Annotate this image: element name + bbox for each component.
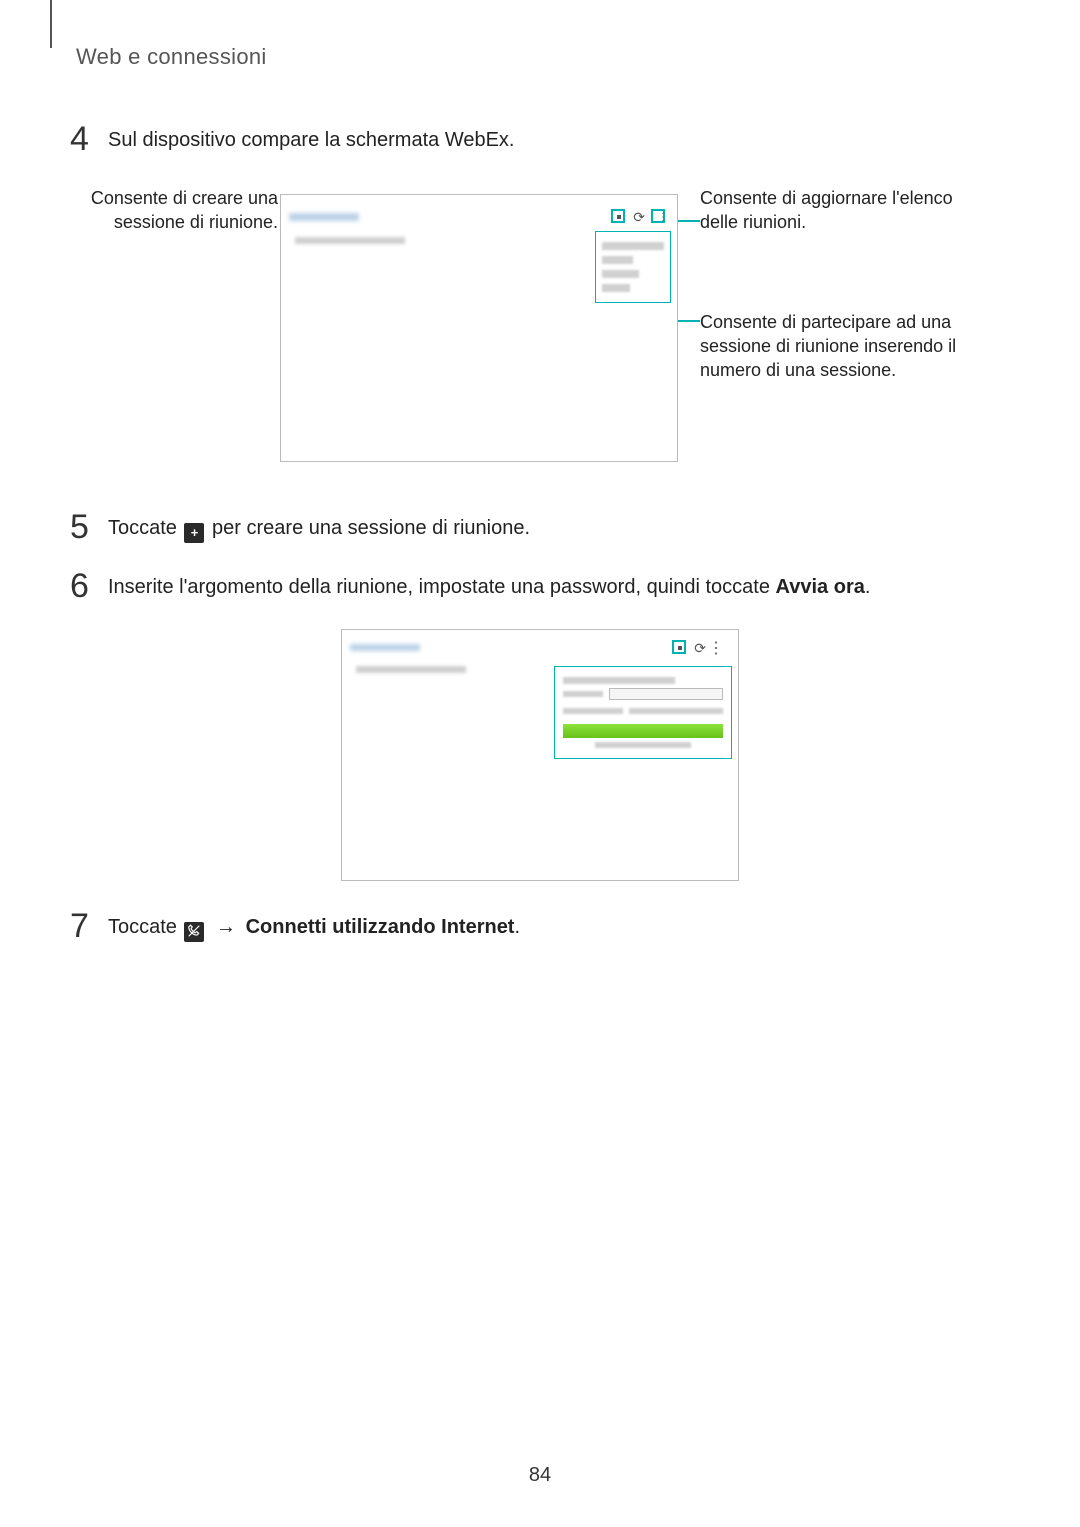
- new-meeting-icon: [611, 209, 625, 223]
- more-menu-icon: ⋮: [651, 209, 665, 223]
- text-fragment: .: [865, 576, 871, 598]
- panel-title: [563, 677, 675, 684]
- text-bold: Avvia ora: [776, 576, 865, 598]
- text-fragment: per creare una sessione di riunione.: [212, 517, 530, 539]
- step-number: 7: [70, 911, 108, 941]
- step-5: 5 Toccate per creare una sessione di riu…: [70, 512, 1010, 543]
- webex-diagram-1: Consente di creare una sessione di riuni…: [70, 182, 1010, 482]
- page-number: 84: [0, 1464, 1080, 1487]
- more-menu-icon: ⋮: [708, 638, 724, 658]
- webex-screenshot: ⟳ ⋮: [280, 194, 678, 462]
- field-label: [563, 708, 623, 714]
- field-value: [629, 708, 723, 714]
- step-number: 5: [70, 512, 108, 542]
- step-4: 4 Sul dispositivo compare la schermata W…: [70, 124, 1010, 154]
- my-meetings-label: [289, 213, 359, 221]
- menu-item: [602, 284, 630, 292]
- menu-item: [602, 270, 639, 278]
- plus-icon: [184, 523, 204, 543]
- header-rule: [50, 0, 52, 48]
- callout-join-session: Consente di partecipare ad una sessione …: [700, 310, 960, 382]
- my-meetings-label: [350, 644, 420, 651]
- text-fragment: Toccate: [108, 916, 182, 938]
- lead-line: [676, 320, 700, 322]
- page-header: Web e connessioni: [76, 44, 1010, 70]
- callout-refresh-list: Consente di aggiornare l'elenco delle ri…: [700, 186, 960, 234]
- schedule-meeting-panel: [554, 666, 732, 759]
- text-fragment: Inserite l'argomento della riunione, imp…: [108, 576, 776, 598]
- refresh-icon: ⟳: [633, 209, 645, 226]
- field-label: [563, 691, 603, 697]
- schedule-later-link: [595, 742, 691, 748]
- text-fragment: Toccate: [108, 517, 182, 539]
- arrow-icon: →: [216, 913, 236, 941]
- menu-item: [602, 242, 664, 250]
- new-meeting-icon: [672, 640, 686, 654]
- menu-item: [602, 256, 633, 264]
- start-now-button: [563, 724, 723, 738]
- step-7: 7 Toccate → Connetti utilizzando Interne…: [70, 911, 1010, 942]
- step-text: Sul dispositivo compare la schermata Web…: [108, 124, 514, 154]
- refresh-icon: ⟳: [694, 640, 706, 657]
- no-meetings-text: [356, 666, 466, 673]
- step-text: Toccate → Connetti utilizzando Internet.: [108, 911, 520, 942]
- step-text: Inserite l'argomento della riunione, imp…: [108, 571, 870, 601]
- dropdown-menu: [595, 231, 671, 303]
- topic-field: [609, 688, 723, 700]
- step-text: Toccate per creare una sessione di riuni…: [108, 512, 530, 543]
- text-bold: Connetti utilizzando Internet: [240, 916, 514, 938]
- phone-off-icon: [184, 922, 204, 942]
- callout-create-session: Consente di creare una sessione di riuni…: [78, 186, 278, 234]
- step-number: 6: [70, 571, 108, 601]
- step-6: 6 Inserite l'argomento della riunione, i…: [70, 571, 1010, 601]
- step-number: 4: [70, 124, 108, 154]
- webex-screenshot-2: ⟳ ⋮: [341, 629, 739, 881]
- no-meetings-text: [295, 237, 405, 244]
- text-fragment: .: [514, 916, 520, 938]
